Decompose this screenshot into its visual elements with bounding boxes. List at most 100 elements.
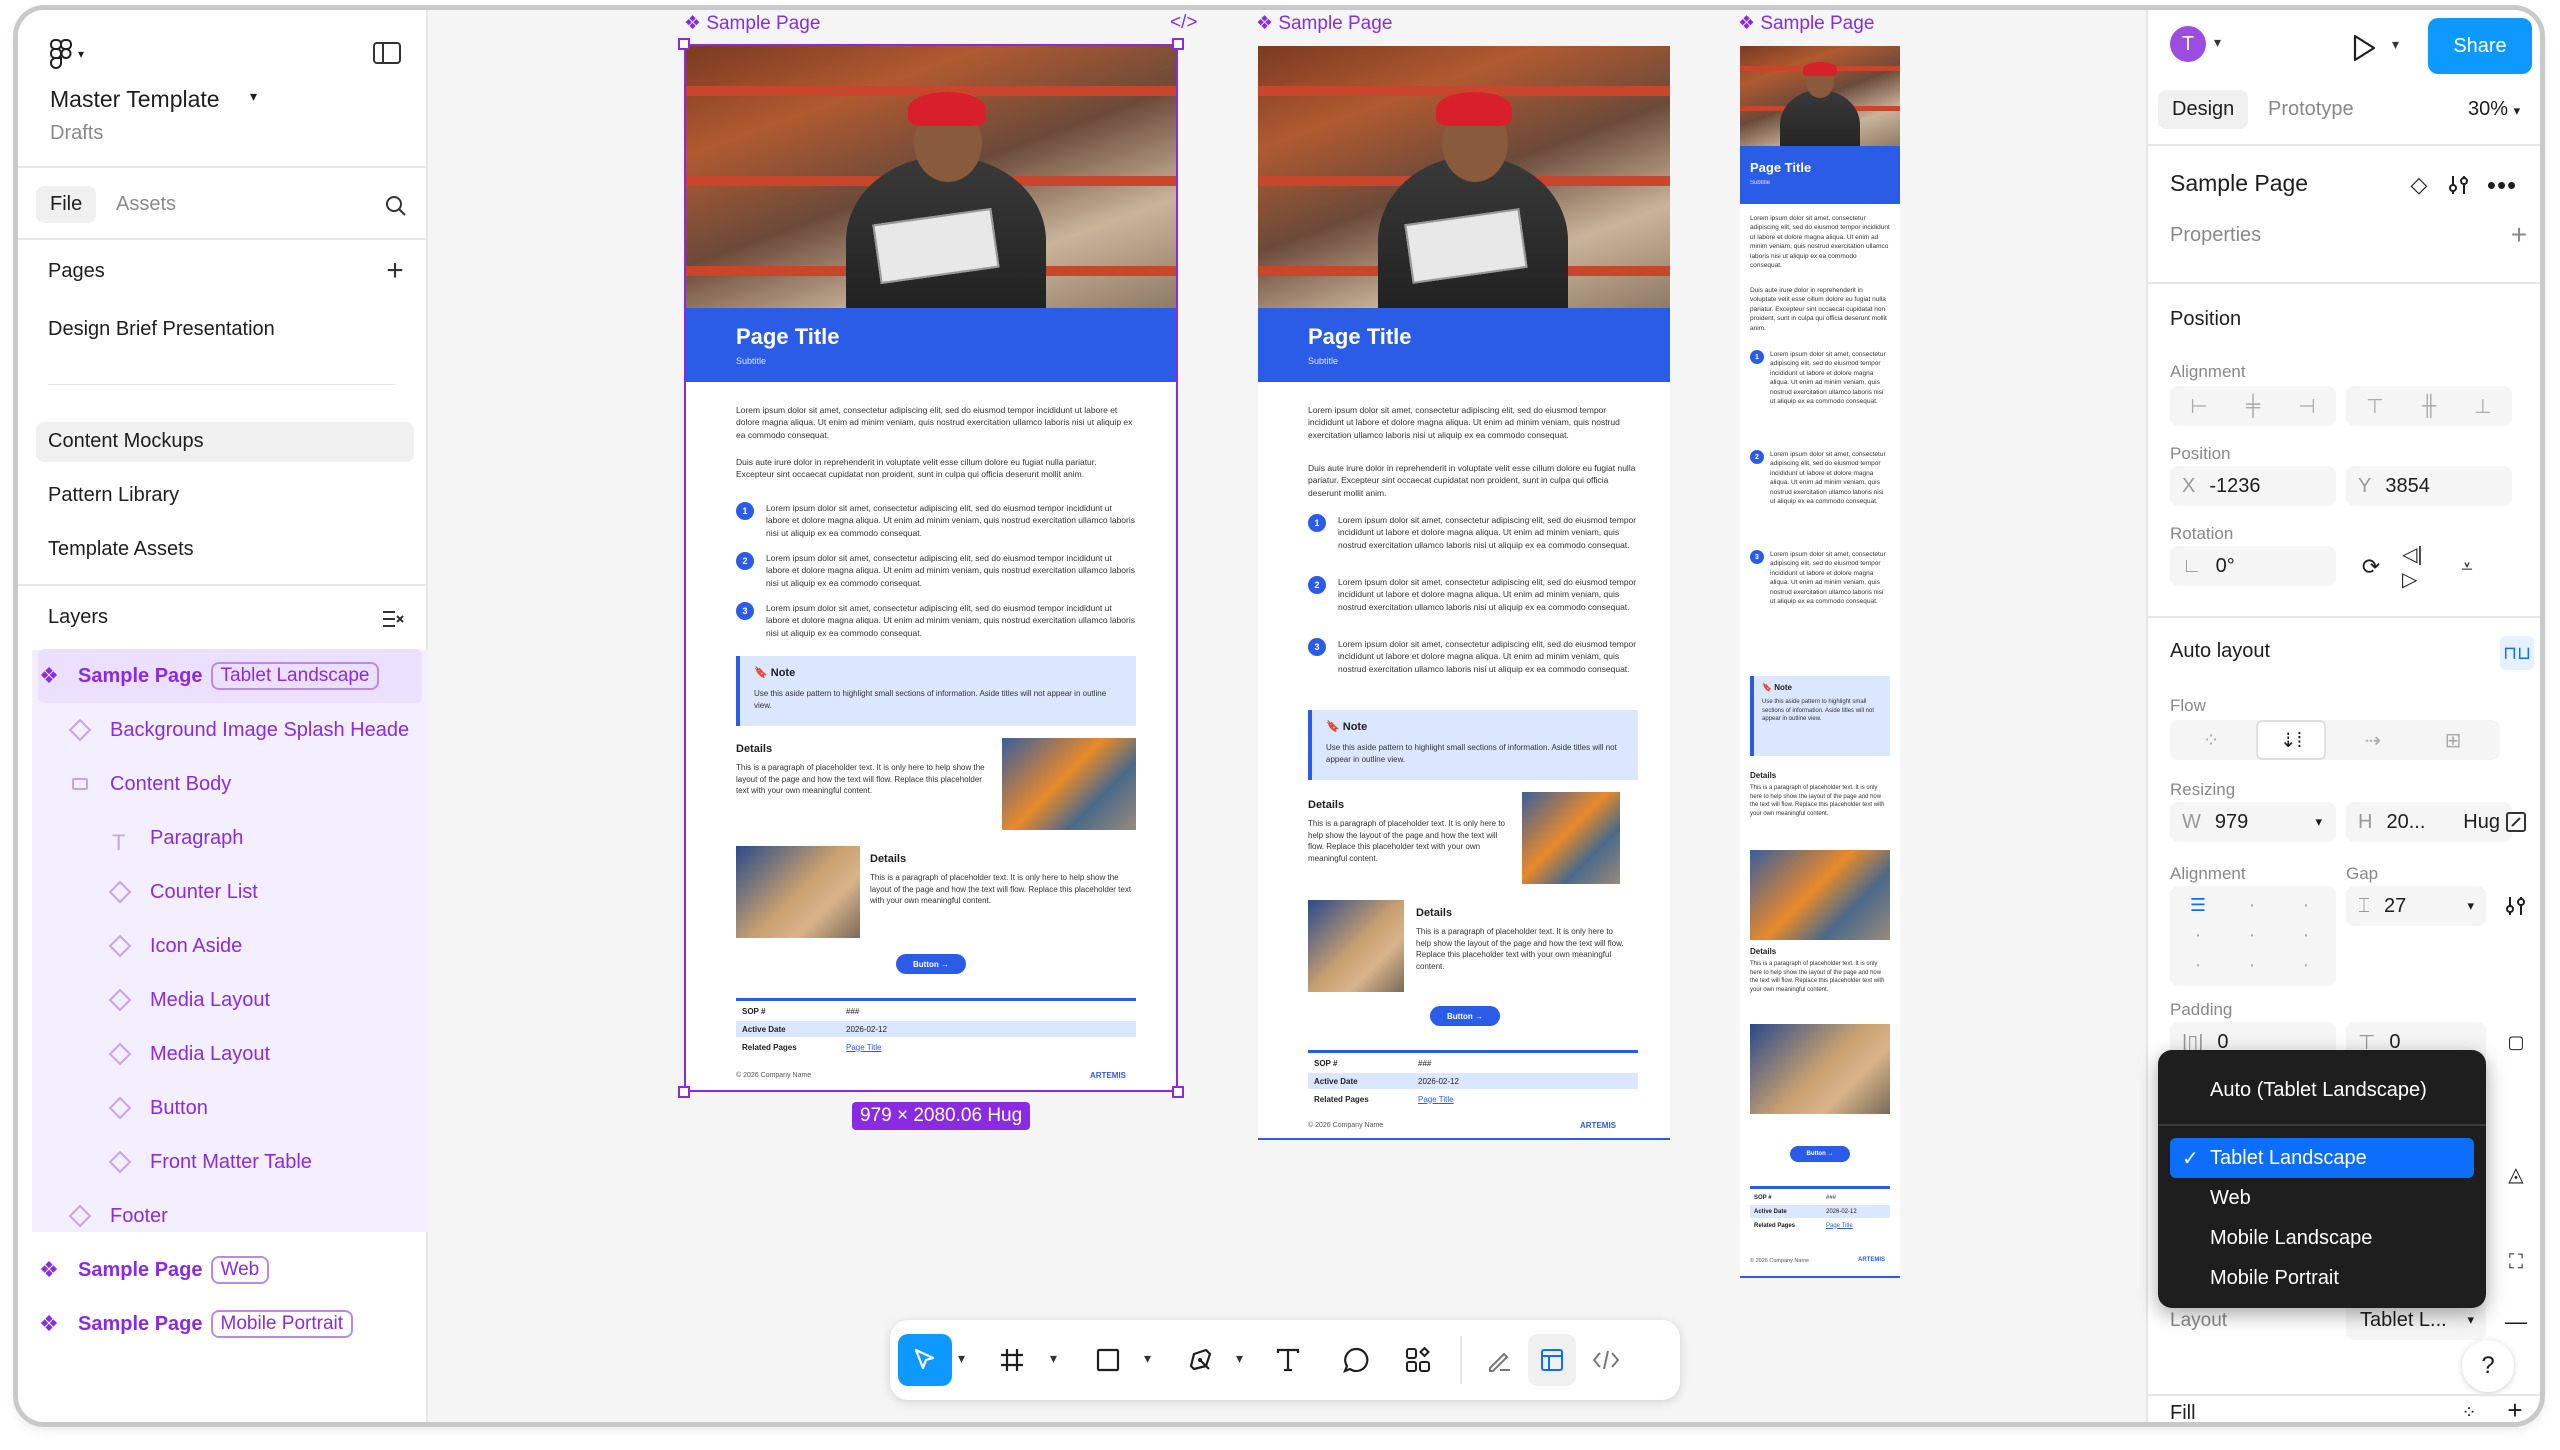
- resize-handle[interactable]: [1172, 38, 1184, 50]
- dev-mode[interactable]: [1582, 1334, 1630, 1386]
- horizontal-align-group[interactable]: ⊢ ╪ ⊣: [2170, 386, 2336, 426]
- expand-icon[interactable]: ⛶: [2500, 1246, 2532, 1278]
- layer-sample-page-mobile[interactable]: ❖ Sample Page Mobile Portrait: [38, 1297, 422, 1351]
- code-icon[interactable]: </>: [1170, 12, 1197, 34]
- layer-item[interactable]: T Paragraph: [32, 811, 422, 865]
- alignment-grid[interactable]: ☰ · · · · · · · ·: [2170, 886, 2336, 986]
- share-button[interactable]: Share: [2428, 18, 2532, 74]
- chevron-down-icon[interactable]: ▾: [1236, 1350, 1243, 1367]
- tab-file[interactable]: File: [36, 186, 97, 223]
- chevron-down-icon[interactable]: ▾: [1144, 1350, 1151, 1367]
- add-fill-icon[interactable]: +: [2500, 1395, 2530, 1423]
- clip-content-icon[interactable]: [2500, 806, 2532, 838]
- file-name-chevron-icon[interactable]: ▾: [250, 88, 257, 105]
- layer-item[interactable]: Content Body: [32, 757, 422, 811]
- rotate-icon[interactable]: ⟳: [2354, 550, 2388, 584]
- layer-sample-page-tablet[interactable]: ❖ Sample Page Tablet Landscape: [38, 649, 422, 703]
- menu-item-mobile-portrait[interactable]: Mobile Portrait: [2170, 1258, 2474, 1298]
- resize-handle[interactable]: [678, 38, 690, 50]
- frame-label[interactable]: ❖ Sample Page: [1256, 12, 1392, 35]
- tab-prototype[interactable]: Prototype: [2268, 98, 2354, 121]
- align-right-icon[interactable]: ⊣: [2284, 386, 2330, 426]
- add-property-icon[interactable]: +: [2504, 219, 2534, 250]
- page-item[interactable]: Template Assets: [48, 538, 194, 561]
- avatar-chevron-icon[interactable]: ▾: [2214, 34, 2221, 51]
- avatar[interactable]: T: [2170, 26, 2206, 62]
- figma-menu-icon[interactable]: ▾: [42, 32, 92, 76]
- flip-vertical-icon[interactable]: ⩡: [2450, 550, 2484, 584]
- layer-item[interactable]: Media Layout: [32, 1027, 422, 1081]
- layer-item[interactable]: Background Image Splash Heade: [32, 703, 422, 757]
- tab-design[interactable]: Design: [2158, 90, 2249, 129]
- layer-item[interactable]: Icon Aside: [32, 919, 422, 973]
- component-icon[interactable]: ◇: [2404, 170, 2434, 200]
- auto-layout-settings-icon[interactable]: ⊓⊔: [2500, 636, 2534, 670]
- variant-settings-icon[interactable]: [2444, 170, 2474, 200]
- more-options-icon[interactable]: •••: [2484, 170, 2520, 200]
- move-tool[interactable]: [898, 1334, 952, 1386]
- frame-label[interactable]: ❖ Sample Page: [684, 12, 820, 35]
- comment-tool[interactable]: [1334, 1334, 1378, 1386]
- layer-item[interactable]: Footer: [32, 1189, 422, 1243]
- align-center-h-icon[interactable]: ╪: [2230, 386, 2276, 426]
- remove-layout-icon[interactable]: —: [2500, 1306, 2532, 1338]
- flow-options[interactable]: ⁘ ⇣⁞ ⇢ ⊞: [2170, 720, 2500, 760]
- help-button[interactable]: ?: [2462, 1340, 2514, 1392]
- gap-input[interactable]: ⌶ 27 ▾: [2346, 886, 2486, 926]
- advanced-layout-icon[interactable]: [2500, 890, 2532, 922]
- x-position-input[interactable]: X -1236: [2170, 466, 2336, 506]
- page-item[interactable]: Content Mockups: [48, 430, 204, 453]
- chevron-down-icon[interactable]: ▾: [1050, 1350, 1057, 1367]
- align-middle-icon[interactable]: ╫: [2406, 386, 2452, 426]
- chevron-down-icon[interactable]: ▾: [958, 1350, 965, 1367]
- present-chevron-icon[interactable]: ▾: [2392, 36, 2399, 53]
- page-item[interactable]: Pattern Library: [48, 484, 179, 507]
- design-mode[interactable]: [1528, 1334, 1576, 1386]
- present-play-icon[interactable]: [2344, 28, 2384, 68]
- actions-tool[interactable]: [1396, 1334, 1440, 1386]
- page-item[interactable]: Design Brief Presentation: [48, 318, 275, 341]
- layer-item[interactable]: Button: [32, 1081, 422, 1135]
- width-input[interactable]: W 979 ▾: [2170, 802, 2336, 842]
- draw-mode[interactable]: [1478, 1334, 1522, 1386]
- resize-handle[interactable]: [1172, 1086, 1184, 1098]
- layers-list-icon[interactable]: [378, 604, 408, 634]
- resize-handle[interactable]: [678, 1086, 690, 1098]
- sample-page-mobile[interactable]: Page Title Subtitle Lorem ipsum dolor si…: [1740, 46, 1900, 1278]
- selection-name[interactable]: Sample Page: [2170, 170, 2308, 197]
- align-bottom-icon[interactable]: ⊥: [2460, 386, 2506, 426]
- menu-item-auto[interactable]: Auto (Tablet Landscape): [2170, 1070, 2474, 1110]
- menu-item-web[interactable]: Web: [2170, 1178, 2474, 1218]
- frame-label[interactable]: ❖ Sample Page: [1738, 12, 1874, 35]
- fill-styles-icon[interactable]: ⁘: [2454, 1400, 2484, 1422]
- flow-horizontal-icon[interactable]: ⇢: [2338, 720, 2408, 760]
- layer-item[interactable]: Media Layout: [32, 973, 422, 1027]
- file-name[interactable]: Master Template: [50, 86, 220, 113]
- menu-item-tablet-landscape[interactable]: ✓ Tablet Landscape: [2170, 1138, 2474, 1178]
- add-page-icon[interactable]: +: [380, 254, 410, 287]
- canvas[interactable]: ❖ Sample Page </> Page Title Subtitle Lo…: [428, 10, 2146, 1422]
- align-left-icon[interactable]: ⊢: [2176, 386, 2222, 426]
- layer-item[interactable]: Front Matter Table: [32, 1135, 422, 1189]
- vertical-align-group[interactable]: ⊤ ╫ ⊥: [2346, 386, 2512, 426]
- sample-page-tablet[interactable]: Page Title Subtitle Lorem ipsum dolor si…: [686, 46, 1176, 1090]
- layer-item[interactable]: Counter List: [32, 865, 422, 919]
- toggle-sidebar-icon[interactable]: [370, 36, 404, 70]
- flow-freeform-icon[interactable]: ⁘: [2176, 720, 2246, 760]
- tab-assets[interactable]: Assets: [116, 193, 176, 216]
- rotation-input[interactable]: ∟ 0°: [2170, 546, 2336, 586]
- sample-page-web[interactable]: Page Title Subtitle Lorem ipsum dolor si…: [1258, 46, 1670, 1140]
- align-top-icon[interactable]: ⊤: [2352, 386, 2398, 426]
- align-top-left-icon[interactable]: ☰: [2178, 890, 2218, 920]
- search-icon[interactable]: [378, 188, 414, 224]
- flip-horizontal-icon[interactable]: ◁|▷: [2402, 544, 2436, 591]
- menu-item-mobile-landscape[interactable]: Mobile Landscape: [2170, 1218, 2474, 1258]
- individual-padding-icon[interactable]: ▢: [2500, 1026, 2532, 1058]
- fill-drop-icon[interactable]: ◬: [2500, 1158, 2532, 1190]
- height-input[interactable]: H 20... Hug: [2346, 802, 2512, 842]
- flow-vertical-icon[interactable]: ⇣⁞: [2256, 720, 2326, 760]
- text-tool[interactable]: [1266, 1334, 1310, 1386]
- shape-tool[interactable]: [1086, 1334, 1130, 1386]
- zoom-level[interactable]: 30% ▾: [2468, 98, 2520, 121]
- layer-sample-page-web[interactable]: ❖ Sample Page Web: [38, 1243, 422, 1297]
